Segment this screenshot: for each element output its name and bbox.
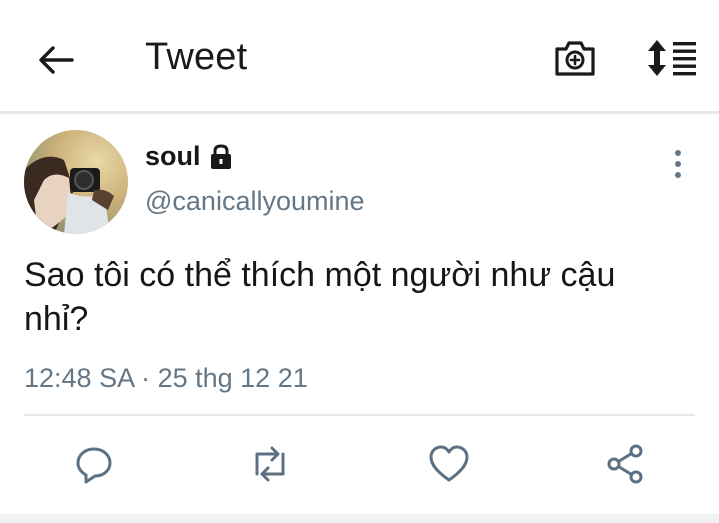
- more-vertical-icon: [675, 150, 681, 178]
- retweet-icon: [255, 446, 285, 482]
- retweet-button[interactable]: [246, 440, 294, 488]
- camera-button[interactable]: [552, 36, 598, 80]
- sort-list-icon: [648, 40, 696, 76]
- more-options-button[interactable]: [660, 144, 696, 184]
- share-icon: [607, 444, 643, 484]
- user-handle[interactable]: @canicallyoumine: [145, 186, 365, 217]
- page-title: Tweet: [145, 36, 248, 78]
- lock-icon: [208, 143, 234, 171]
- like-button[interactable]: [425, 440, 473, 488]
- avatar-photo: [24, 130, 128, 234]
- back-button[interactable]: [34, 38, 78, 82]
- camera-plus-icon: [555, 41, 595, 76]
- user-name-row[interactable]: soul: [145, 141, 234, 172]
- bottom-separator: [0, 514, 719, 523]
- tweet-timestamp: 12:48 SA · 25 thg 12 21: [24, 363, 308, 393]
- top-app-bar: Tweet: [0, 0, 719, 114]
- heart-icon: [429, 445, 469, 482]
- arrow-left-icon: [39, 46, 74, 74]
- reply-button[interactable]: [70, 440, 118, 488]
- tweet-text: Sao tôi có thể thích một người như cậu n…: [24, 256, 616, 338]
- share-button[interactable]: [602, 440, 650, 488]
- divider: [24, 414, 695, 416]
- sort-button[interactable]: [645, 36, 699, 80]
- avatar[interactable]: [24, 130, 128, 234]
- reply-icon: [76, 447, 112, 484]
- user-name[interactable]: soul: [145, 141, 201, 172]
